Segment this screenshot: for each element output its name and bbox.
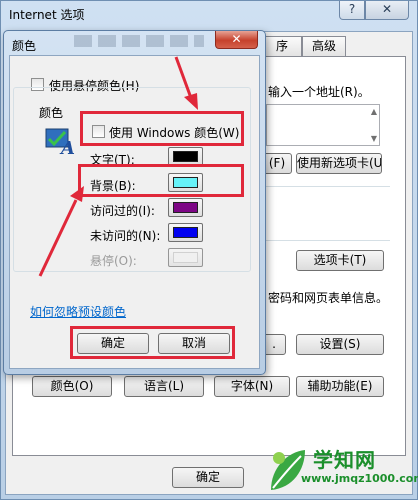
arrow-head-icon xyxy=(184,93,198,110)
watermark-logo: 学知网 www.jmqz1000.com xyxy=(265,442,418,500)
watermark-url: www.jmqz1000.com xyxy=(301,472,418,485)
arrow-head-icon xyxy=(70,186,84,202)
arrow-to-windows-colors xyxy=(174,56,193,99)
annotation-arrows xyxy=(38,56,198,277)
arrow-to-background xyxy=(38,199,78,277)
watermark-leaf-icon xyxy=(271,450,305,490)
watermark-text: 学知网 xyxy=(313,448,376,472)
